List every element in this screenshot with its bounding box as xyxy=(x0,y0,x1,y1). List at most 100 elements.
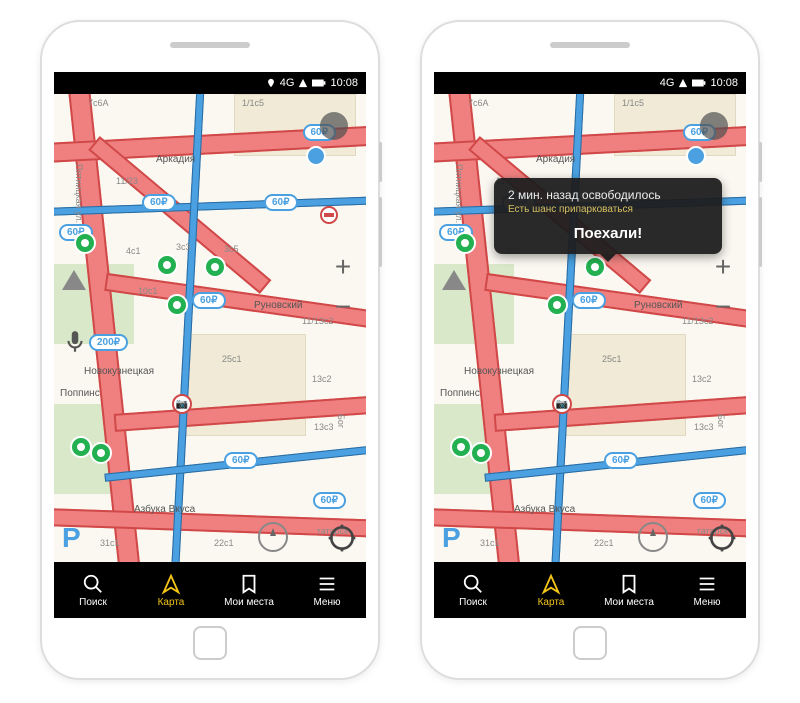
nav-label: Меню xyxy=(693,597,720,608)
zoom-out-button[interactable]: − xyxy=(710,294,736,320)
map-label: 31с1 xyxy=(100,538,120,548)
map-label: 25с1 xyxy=(222,354,242,364)
tooltip-go-button[interactable]: Поехали! xyxy=(508,225,708,242)
bottom-nav: Поиск Карта Мои места Меню xyxy=(54,562,366,618)
parking-button[interactable]: P xyxy=(62,522,81,554)
warning-sign-icon xyxy=(62,270,86,290)
parking-price-badge[interactable]: 60₽ xyxy=(142,194,176,211)
phone-side-buttons xyxy=(759,142,762,182)
locate-button[interactable] xyxy=(706,522,738,554)
nav-label: Карта xyxy=(158,597,185,608)
parking-spot-marker[interactable] xyxy=(470,442,492,464)
map-poi-label: Поппинс xyxy=(60,388,100,399)
status-bar: 4G 10:08 xyxy=(54,72,366,94)
location-icon xyxy=(646,78,656,88)
parking-price-badge[interactable]: 60₽ xyxy=(313,492,347,509)
map-label: 4с1 xyxy=(126,246,141,256)
map-label: 10с1 xyxy=(138,286,158,296)
parking-price-badge[interactable]: 60₽ xyxy=(264,194,298,211)
battery-icon xyxy=(692,78,706,88)
parking-button[interactable]: P xyxy=(442,522,461,554)
zoom-in-button[interactable]: + xyxy=(330,254,356,280)
street-label: Пятницкая ул. xyxy=(74,164,84,223)
map-canvas[interactable]: 7с6A 1/1с5 Аркадия 11/23 Пятницкая ул. 4… xyxy=(54,94,366,562)
screen: 4G 10:08 7с6A 1/1с5 Аркадия xyxy=(54,72,366,618)
parking-tooltip[interactable]: 2 мин. назад освободилось Есть шанс прип… xyxy=(494,178,722,254)
map-label: 13с2 xyxy=(692,374,712,384)
parking-price-badge[interactable]: 200₽ xyxy=(89,334,128,351)
nav-menu[interactable]: Меню xyxy=(288,562,366,618)
parking-spot-marker[interactable] xyxy=(454,232,476,254)
street-label: Руновский xyxy=(634,300,683,311)
parking-spot-marker[interactable] xyxy=(74,232,96,254)
parking-spot-marker[interactable] xyxy=(166,294,188,316)
menu-icon xyxy=(316,573,338,595)
street-label: Бог xyxy=(716,414,726,428)
map-marker[interactable] xyxy=(686,146,706,166)
map-label: 13с3 xyxy=(694,422,714,432)
map-label: 7с6A xyxy=(468,98,489,108)
map-label: 22с1 xyxy=(214,538,234,548)
map-label: 11/13с2 xyxy=(302,316,333,326)
locate-button[interactable] xyxy=(326,522,358,554)
street-label: Бог xyxy=(336,414,346,428)
nav-menu[interactable]: Меню xyxy=(668,562,746,618)
map-poi-label: Аркадия xyxy=(536,154,575,165)
street-label: Пятницкая ул. xyxy=(454,164,464,223)
map-label: 1/1с5 xyxy=(622,98,644,108)
compass-button[interactable] xyxy=(258,522,288,552)
parking-spot-marker[interactable] xyxy=(90,442,112,464)
nav-label: Меню xyxy=(313,597,340,608)
no-entry-sign-icon xyxy=(320,206,338,224)
nav-label: Карта xyxy=(538,597,565,608)
map-poi-label: Новокузнецкая xyxy=(464,366,534,377)
parking-spot-marker[interactable] xyxy=(156,254,178,276)
parking-spot-marker[interactable] xyxy=(450,436,472,458)
phone-frame-right: 4G 10:08 7с6A 1/1с5 Аркадия 11/23 Пятниц… xyxy=(420,20,760,680)
phone-side-buttons xyxy=(379,142,382,182)
parking-price-badge[interactable]: 60₽ xyxy=(224,452,258,469)
location-icon xyxy=(266,78,276,88)
nav-map[interactable]: Карта xyxy=(132,562,210,618)
map-poi-label: Азбука Вкуса xyxy=(134,504,195,515)
parking-spot-marker[interactable] xyxy=(546,294,568,316)
parking-price-badge[interactable]: 60₽ xyxy=(192,292,226,309)
signal-icon xyxy=(298,78,308,88)
screen: 4G 10:08 7с6A 1/1с5 Аркадия 11/23 Пятниц… xyxy=(434,72,746,618)
status-bar: 4G 10:08 xyxy=(434,72,746,94)
map-label: 13с2 xyxy=(312,374,332,384)
parking-price-badge[interactable]: 60₽ xyxy=(604,452,638,469)
map-poi-label: Новокузнецкая xyxy=(84,366,154,377)
battery-icon xyxy=(312,78,326,88)
zoom-out-button[interactable]: − xyxy=(330,294,356,320)
nav-map[interactable]: Карта xyxy=(512,562,590,618)
camera-sign-icon: 📷 xyxy=(552,394,572,414)
parking-price-badge[interactable]: 60₽ xyxy=(572,292,606,309)
nav-search[interactable]: Поиск xyxy=(54,562,132,618)
bookmark-icon xyxy=(618,573,640,595)
map-label: 11/23 xyxy=(116,176,138,186)
voice-button[interactable] xyxy=(62,329,90,357)
nav-label: Мои места xyxy=(224,597,274,608)
zoom-in-button[interactable]: + xyxy=(710,254,736,280)
nav-places[interactable]: Мои места xyxy=(590,562,668,618)
map-poi-label: Азбука Вкуса xyxy=(514,504,575,515)
parking-spot-marker[interactable] xyxy=(70,436,92,458)
map-canvas[interactable]: 7с6A 1/1с5 Аркадия 11/23 Пятницкая ул. 4… xyxy=(434,94,746,562)
map-label: 3с5 xyxy=(224,244,239,254)
compass-button[interactable] xyxy=(638,522,668,552)
nav-search[interactable]: Поиск xyxy=(434,562,512,618)
nav-places[interactable]: Мои места xyxy=(210,562,288,618)
traffic-button[interactable] xyxy=(320,112,348,140)
tooltip-title: 2 мин. назад освободилось xyxy=(508,188,708,202)
warning-sign-icon xyxy=(442,270,466,290)
map-marker[interactable] xyxy=(306,146,326,166)
traffic-button[interactable] xyxy=(700,112,728,140)
map-label: 13с3 xyxy=(314,422,334,432)
parking-price-badge[interactable]: 60₽ xyxy=(693,492,727,509)
map-label: 1/1с5 xyxy=(242,98,264,108)
map-label: 3с3 xyxy=(176,242,191,252)
network-label: 4G xyxy=(660,77,675,89)
street-label: Руновский xyxy=(254,300,303,311)
parking-spot-marker[interactable] xyxy=(204,256,226,278)
